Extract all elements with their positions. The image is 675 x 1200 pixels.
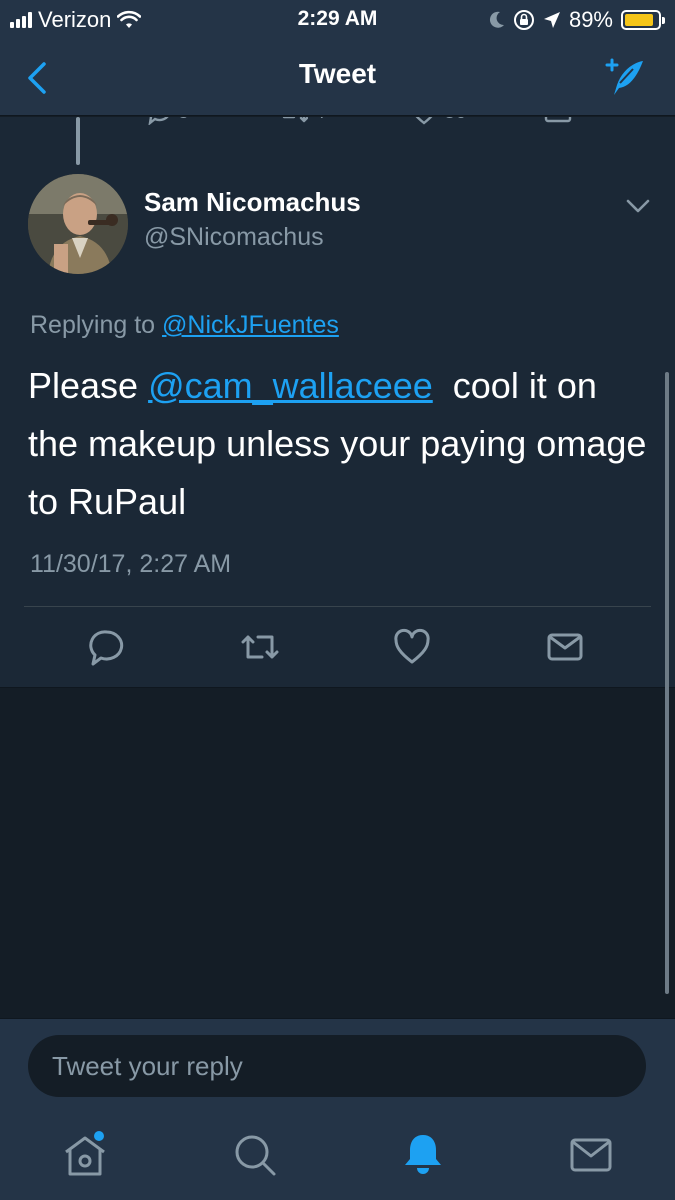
- reply-input[interactable]: Tweet your reply: [28, 1035, 646, 1097]
- search-icon: [235, 1135, 276, 1176]
- previous-like-count: 36: [444, 117, 466, 124]
- envelope-icon: [547, 633, 583, 661]
- reply-bubble-icon: [148, 117, 169, 125]
- compose-quill-icon: [605, 58, 643, 95]
- battery-fill: [625, 14, 654, 26]
- replying-to-line: Replying to @NickJFuentes: [30, 311, 339, 340]
- battery-icon: [621, 10, 665, 30]
- avatar-portrait-image: [28, 174, 128, 274]
- envelope-icon: [570, 1138, 612, 1172]
- tab-messages[interactable]: [566, 1130, 616, 1180]
- tweet-timestamp: 11/30/17, 2:27 AM: [30, 550, 232, 578]
- scrollbar[interactable]: [665, 372, 669, 994]
- envelope-icon: [544, 117, 572, 123]
- tab-bar: [0, 1112, 675, 1200]
- tab-search[interactable]: [230, 1130, 280, 1180]
- status-bar: Verizon 2:29 AM 89%: [0, 0, 675, 40]
- tweet-options-button[interactable]: [623, 193, 653, 219]
- replying-prefix: Replying to: [30, 311, 156, 339]
- status-right: 89%: [489, 7, 665, 33]
- previous-reply-action[interactable]: 5: [146, 117, 189, 125]
- tweet-text: Please @cam_wallaceee cool it on the mak…: [28, 357, 648, 531]
- moon-icon: [489, 11, 504, 28]
- previous-dm-action[interactable]: [544, 117, 572, 125]
- chevron-down-icon: [626, 199, 650, 213]
- direct-message-button[interactable]: [545, 627, 585, 667]
- like-button[interactable]: [392, 627, 432, 667]
- thread-connector-line: [76, 117, 80, 165]
- tweet-detail: 5 4 36: [0, 117, 675, 687]
- compose-button[interactable]: [603, 55, 647, 99]
- retweet-icon: [282, 117, 308, 123]
- previous-retweet-action[interactable]: 4: [280, 117, 325, 125]
- previous-like-action[interactable]: 36: [410, 117, 466, 125]
- previous-reply-count: 5: [178, 117, 189, 124]
- tweet-text-start: Please: [28, 365, 149, 406]
- page-title: Tweet: [298, 58, 377, 89]
- divider: [24, 606, 651, 607]
- location-arrow-icon: [543, 12, 560, 28]
- replying-to-link[interactable]: @NickJFuentes: [162, 311, 339, 339]
- retweet-icon: [241, 635, 279, 659]
- notification-dot: [94, 1131, 104, 1141]
- heart-icon: [394, 628, 430, 664]
- reply-bubble-icon: [89, 630, 124, 666]
- previous-tweet-actions: 5 4 36: [0, 117, 675, 129]
- reply-bar: Tweet your reply: [0, 1018, 675, 1112]
- retweet-button[interactable]: [240, 627, 280, 667]
- heart-icon: [415, 117, 433, 125]
- divider: [0, 687, 675, 688]
- author-name[interactable]: Sam Nicomachus: [144, 187, 361, 218]
- tab-home[interactable]: [60, 1130, 110, 1180]
- reply-button[interactable]: [87, 627, 127, 667]
- avatar[interactable]: [28, 174, 128, 274]
- bell-icon: [405, 1135, 441, 1174]
- rotation-lock-icon: [513, 10, 534, 30]
- home-icon: [65, 1136, 105, 1176]
- nav-bar: Tweet: [0, 40, 675, 116]
- previous-retweet-count: 4: [314, 117, 325, 124]
- tweet-mention-link[interactable]: @cam_wallaceee: [148, 365, 433, 406]
- battery-percent: 89%: [568, 7, 613, 32]
- author-handle[interactable]: @SNicomachus: [144, 223, 324, 252]
- reply-placeholder: Tweet your reply: [52, 1050, 243, 1081]
- tab-notifications[interactable]: [398, 1130, 448, 1180]
